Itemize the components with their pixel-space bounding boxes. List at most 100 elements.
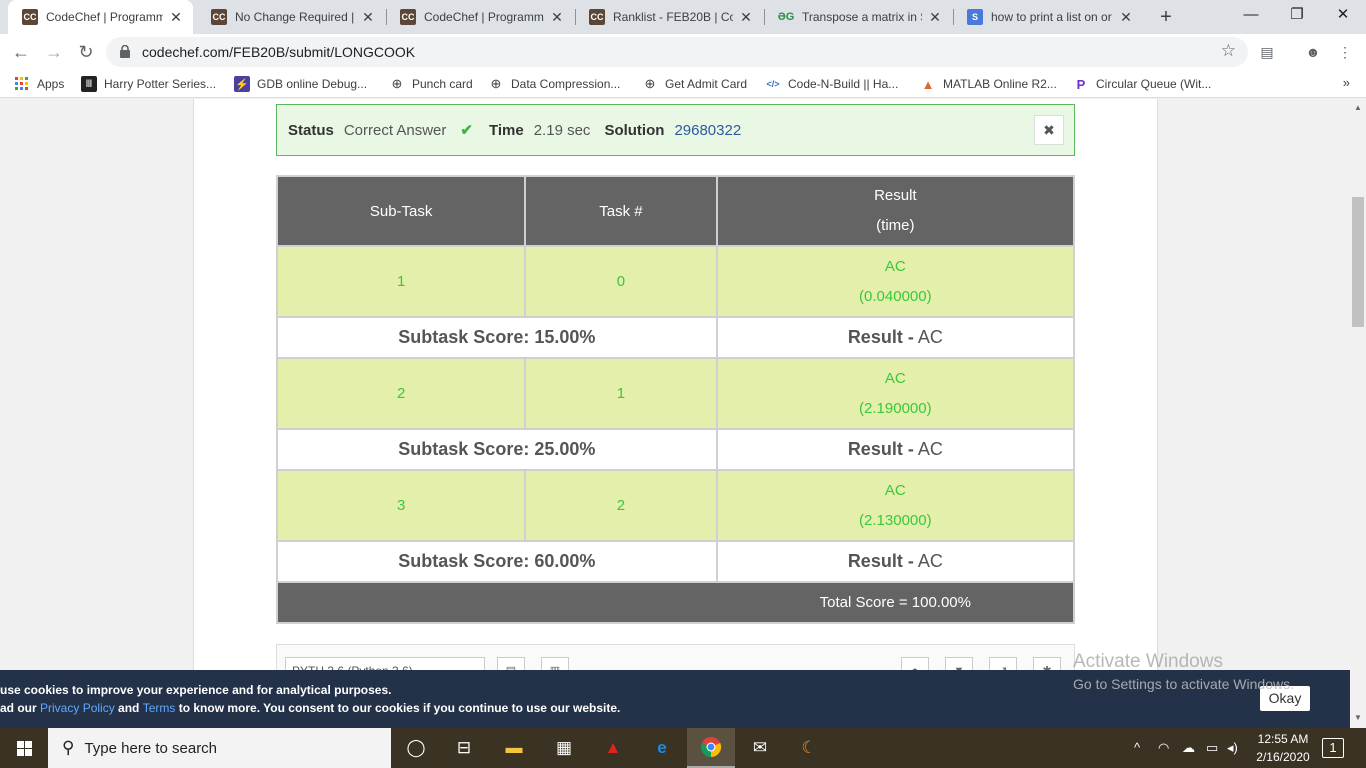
submission-card: Status Correct Answer ✔ Time 2.19 sec So… [193, 99, 1158, 670]
task-view-icon[interactable]: ⊟ [440, 728, 488, 768]
close-window-button[interactable]: ✕ [1320, 0, 1366, 30]
subtask-score-row: Subtask Score: 15.00% Result - AC [276, 316, 1076, 359]
mail-icon[interactable]: ✉ [736, 728, 784, 768]
tab-no-change-required[interactable]: CC No Change Required | C ✕ [197, 0, 385, 34]
bookmark-punch-card[interactable]: ⊕ Punch card [389, 75, 473, 93]
browser-toolbar: ← → ↻ codechef.com/FEB20B/submit/LONGCOO… [0, 34, 1366, 70]
editor-toolbar: PYTH 3.6 (Python 3.6) ▤ ▥ ● ▼ ↗ ✱ [276, 644, 1075, 670]
terms-link[interactable]: Terms [143, 701, 176, 715]
forward-arrow-icon[interactable]: → [42, 40, 66, 64]
apps-grid-icon [14, 76, 30, 92]
scrollbar-thumb[interactable] [1352, 197, 1364, 327]
system-clock[interactable]: 12:55 AM 2/16/2020 [1248, 730, 1318, 766]
bookmark-code-n-build[interactable]: </> Code-N-Build || Ha... [765, 75, 898, 93]
expand-icon[interactable]: ↗ [989, 657, 1017, 670]
time-value: 2.19 sec [533, 121, 591, 139]
status-label: Status [288, 121, 334, 139]
subtask-score: Subtask Score: 25.00% [398, 439, 596, 459]
bookmark-admit-card[interactable]: ⊕ Get Admit Card [642, 75, 747, 93]
tab-codechef-2[interactable]: CC CodeChef | Programmin ✕ [386, 0, 574, 34]
profile-avatar-icon[interactable]: ☻ [1300, 42, 1326, 62]
bookmark-circular-queue[interactable]: P Circular Queue (Wit... [1073, 75, 1212, 93]
bookmark-gdb[interactable]: ⚡ GDB online Debug... [234, 75, 367, 93]
search-icon: ⚲ [62, 738, 75, 757]
address-bar[interactable]: codechef.com/FEB20B/submit/LONGCOOK ☆ [106, 37, 1248, 67]
battery-icon[interactable]: ▭ [1206, 740, 1218, 756]
maximize-button[interactable]: ❐ [1274, 0, 1320, 30]
cookie-consent-text: ad our Privacy Policy and Terms to know … [0, 701, 621, 715]
column-header-task: Task # [524, 175, 718, 247]
tab-stackoverflow[interactable]: S how to print a list on or ✕ [953, 0, 1143, 34]
close-icon[interactable]: ✕ [928, 9, 942, 26]
privacy-policy-link[interactable]: Privacy Policy [40, 701, 115, 715]
download-icon[interactable]: ▼ [945, 657, 973, 670]
bookmark-label: Get Admit Card [665, 77, 748, 91]
scroll-down-icon[interactable]: ▼ [1353, 713, 1363, 723]
minimize-button[interactable]: — [1228, 0, 1274, 30]
notification-center-icon[interactable]: 1 [1322, 738, 1344, 758]
edge-icon[interactable]: e [638, 728, 686, 768]
library-icon: Ⅲ [81, 76, 97, 92]
file-explorer-icon[interactable]: ▬ [490, 728, 538, 768]
close-icon[interactable]: ✖ [1034, 115, 1064, 145]
bookmark-matlab[interactable]: ▲ MATLAB Online R2... [920, 75, 1057, 93]
file-icon[interactable]: ▤ [497, 657, 525, 670]
scroll-up-icon[interactable]: ▲ [1353, 103, 1363, 113]
cortana-icon[interactable]: ◯ [392, 728, 440, 768]
solution-id-link[interactable]: 29680322 [674, 122, 741, 139]
task-number: 0 [524, 245, 718, 318]
tab-geeksforgeeks[interactable]: ƏG Transpose a matrix in Si ✕ [764, 0, 952, 34]
close-icon[interactable]: ✕ [739, 9, 753, 26]
tab-title: how to print a list on or [991, 10, 1112, 24]
acrobat-icon[interactable]: ▲ [589, 728, 637, 768]
bookmark-data-compression[interactable]: ⊕ Data Compression... [488, 75, 621, 93]
extension-icon[interactable]: ▤ [1257, 42, 1277, 62]
bookmark-label: Punch card [412, 77, 473, 91]
result-time: (0.040000) [859, 287, 932, 305]
close-icon[interactable]: ✕ [169, 9, 183, 26]
result-cell: AC (2.130000) [715, 469, 1076, 542]
clock-time: 12:55 AM [1257, 732, 1309, 746]
cloud-icon[interactable]: ☁ [1182, 740, 1195, 756]
bookmarks-overflow-icon[interactable]: » [1343, 75, 1350, 90]
bookmark-star-icon[interactable]: ☆ [1221, 41, 1236, 61]
tray-overflow-icon[interactable]: ^ [1134, 740, 1140, 755]
chrome-icon[interactable] [687, 728, 735, 768]
reload-icon[interactable]: ↻ [74, 40, 98, 64]
page-scrollbar[interactable]: ▲ ▼ [1350, 99, 1366, 728]
close-icon[interactable]: ✕ [550, 9, 564, 26]
close-icon[interactable]: ✕ [361, 9, 375, 26]
language-select[interactable]: PYTH 3.6 (Python 3.6) [285, 657, 485, 670]
settings-gear-icon[interactable]: ✱ [1033, 657, 1061, 670]
cookie-message: use cookies to improve your experience a… [0, 683, 392, 697]
tab-title: CodeChef | Programmin [424, 10, 544, 24]
bookmark-label: Data Compression... [511, 77, 621, 91]
tab-codechef-active[interactable]: CC CodeChef | Programmin ✕ [8, 0, 193, 34]
globe-icon: ⊕ [391, 76, 403, 91]
tab-title: No Change Required | C [235, 10, 355, 24]
volume-icon[interactable]: ◂) [1227, 740, 1238, 756]
tab-ranklist[interactable]: CC Ranklist - FEB20B | Code ✕ [575, 0, 763, 34]
eclipse-icon[interactable]: ☾ [785, 728, 833, 768]
globe-icon: ⊕ [490, 76, 502, 91]
menu-kebab-icon[interactable]: ⋮ [1335, 42, 1355, 62]
close-icon[interactable]: ✕ [1119, 9, 1133, 26]
result-verdict: AC [884, 369, 906, 387]
wifi-icon[interactable]: ◠ [1158, 740, 1169, 756]
subtask-result-label: Result - [847, 439, 914, 459]
info-icon[interactable]: ● [901, 657, 929, 670]
back-arrow-icon[interactable]: ← [9, 40, 33, 64]
bookmark-label: GDB online Debug... [257, 77, 368, 91]
bookmark-label: Apps [37, 77, 65, 91]
new-tab-button[interactable]: + [1155, 6, 1177, 28]
trash-icon[interactable]: ▥ [541, 657, 569, 670]
screen: CC CodeChef | Programmin ✕ CC No Change … [0, 0, 1366, 768]
bookmark-harry-potter[interactable]: Ⅲ Harry Potter Series... [81, 75, 216, 93]
table-row: 3 2 AC (2.130000) [275, 469, 1076, 542]
submission-status-bar: Status Correct Answer ✔ Time 2.19 sec So… [276, 104, 1075, 156]
taskbar-search-box[interactable]: ⚲ Type here to search [48, 728, 391, 768]
subtask-score-row: Subtask Score: 25.00% Result - AC [276, 428, 1076, 471]
bookmark-apps[interactable]: Apps [14, 75, 64, 93]
store-icon[interactable]: ▦ [540, 728, 588, 768]
start-button[interactable] [0, 728, 48, 768]
